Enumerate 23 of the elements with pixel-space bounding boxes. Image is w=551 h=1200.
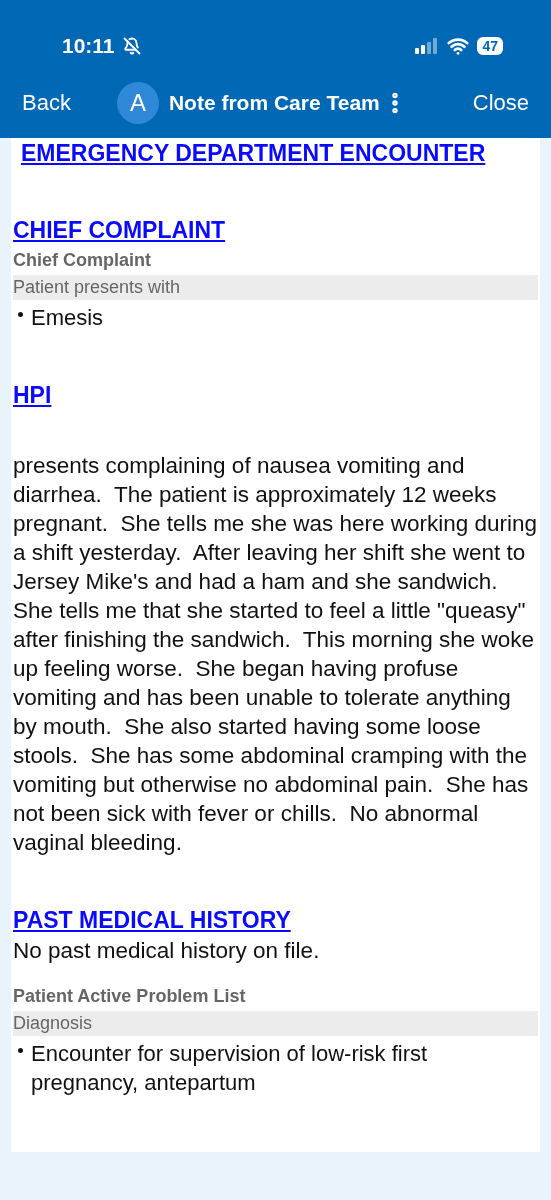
table-header: Diagnosis: [13, 1011, 538, 1036]
bullet-icon: [18, 1048, 23, 1053]
bullet-icon: [18, 312, 23, 317]
note-text: No past medical history on file.: [13, 938, 321, 964]
wifi-icon: [447, 35, 470, 57]
bell-off-icon: [122, 37, 141, 55]
section-label: Chief Complaint: [13, 250, 152, 271]
section-label: Patient Active Problem List: [13, 986, 247, 1007]
back-button[interactable]: Back: [22, 90, 71, 116]
clock: 10:11: [62, 34, 115, 58]
table-header: Patient presents with: [13, 275, 538, 300]
page-title: Note from Care Team: [168, 91, 380, 115]
section-heading-link[interactable]: CHIEF COMPLAINT: [13, 217, 538, 244]
list-item: Encounter for supervision of low-risk first pregnancy, antepartum: [31, 1040, 429, 1097]
section-heading-link[interactable]: HPI: [13, 382, 538, 409]
battery-level: 47: [477, 37, 503, 55]
close-button[interactable]: Close: [472, 90, 529, 116]
signal-icon: [415, 38, 440, 54]
list-item: Emesis: [31, 304, 104, 332]
section-heading-link[interactable]: EMERGENCY DEPARTMENT ENCOUNTER: [21, 140, 538, 167]
avatar: A: [116, 82, 159, 124]
hpi-paragraph: presents complaining of nausea vomiting and diarrhea. The patient is approximately 12 weeks pregnant. She tells me she was here working during a shift yesterday. After leaving her shift she went to Jersey Mike's and had a ham and she sandwich. She tells me that she started to feel a little "queasy" after finishing the sandwich. This morning she woke up feeling worse. She began having profuse vomiting and has been unable to tolerate anything by mouth. She also started having some loose stools. She has some abdominal cramping with the vomiting but otherwise no abdominal pain. She has not been sick with fever or chills. No abnormal vaginal bleeding.: [13, 452, 538, 857]
section-heading-link[interactable]: PAST MEDICAL HISTORY: [13, 907, 538, 934]
